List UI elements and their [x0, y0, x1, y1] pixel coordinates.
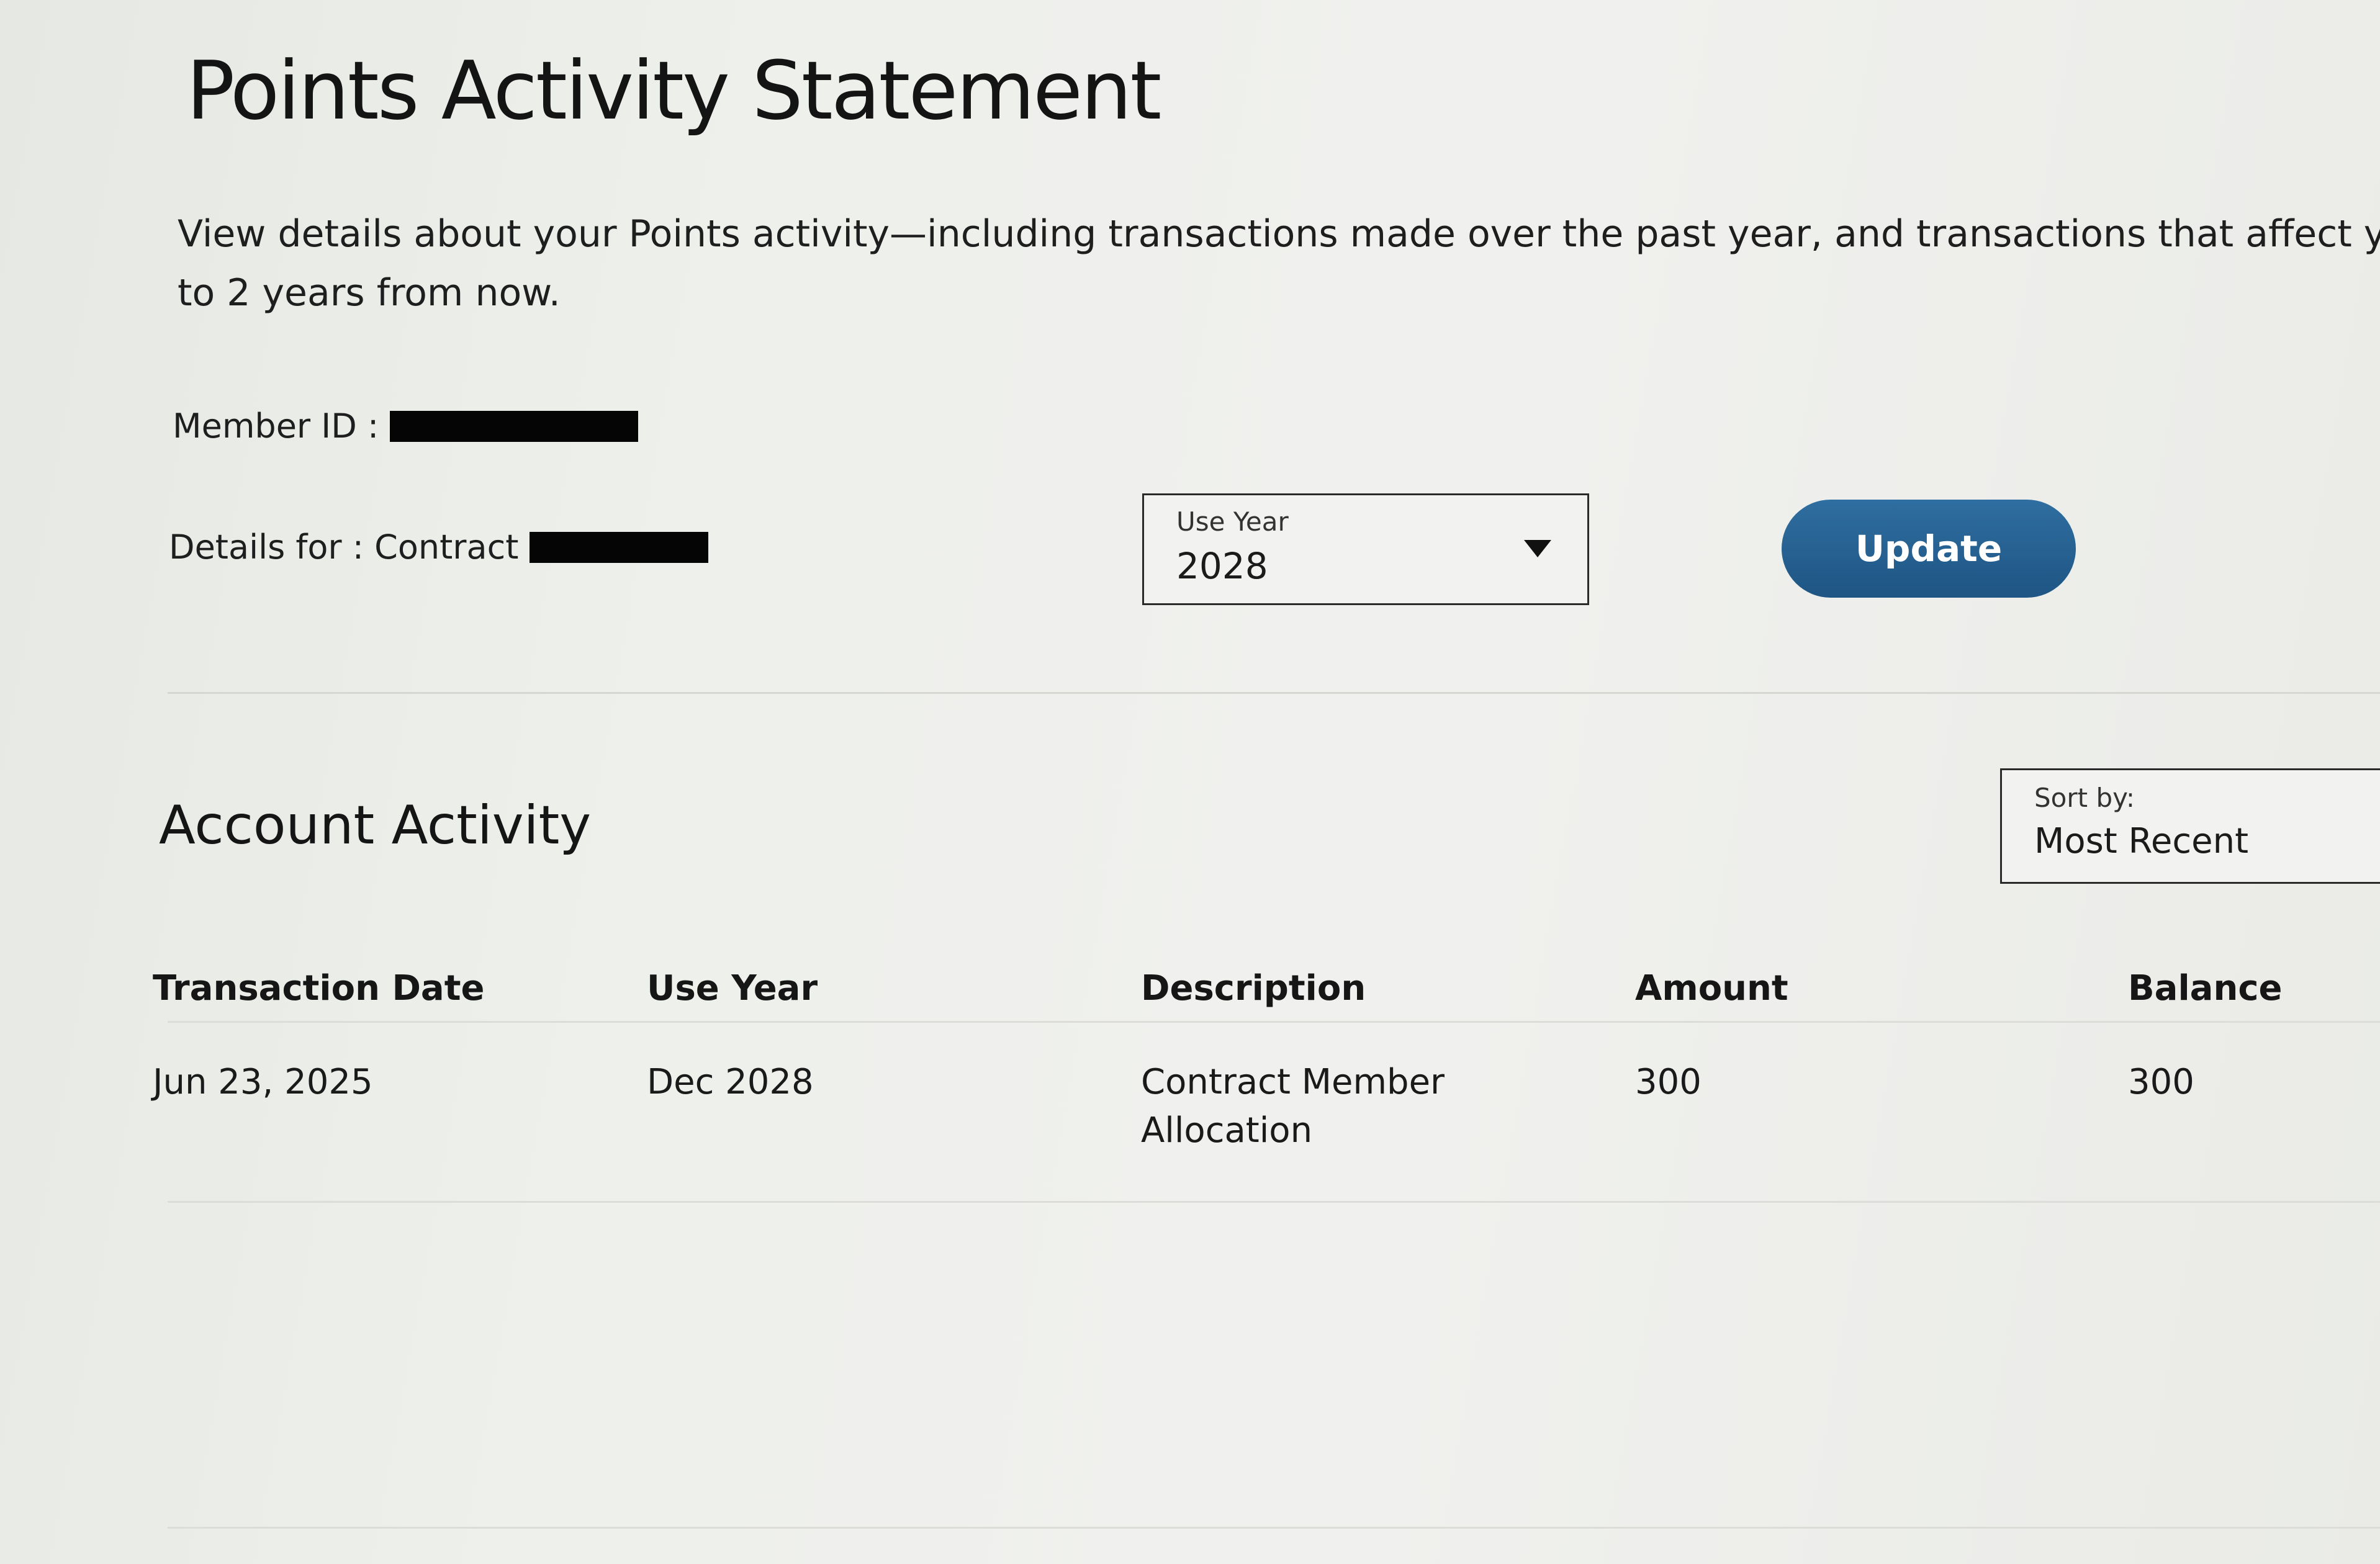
update-button[interactable]: Update [1782, 500, 2076, 598]
contract-row: Details for : Contract [169, 528, 709, 567]
column-header-balance: Balance [2128, 968, 2283, 1009]
sort-select[interactable]: Sort by: Most Recent [2000, 768, 2380, 884]
cell-description-line-1: Contract Member [1141, 1062, 1445, 1102]
use-year-select-label: Use Year [1176, 506, 1289, 537]
member-id-label: Member ID : [173, 407, 379, 446]
cell-transaction-date: Jun 23, 2025 [153, 1062, 373, 1102]
cell-use-year: Dec 2028 [647, 1062, 814, 1102]
page: Points Activity Statement View details a… [0, 0, 2380, 1564]
section-divider [168, 692, 2380, 694]
intro-line-1: View details about your Points activity—… [178, 212, 2380, 256]
use-year-select-value: 2028 [1176, 545, 1268, 587]
table-row-divider [168, 1201, 2380, 1203]
page-title: Points Activity Statement [186, 43, 1161, 138]
sort-select-value: Most Recent [2034, 821, 2249, 861]
column-header-use-year: Use Year [647, 968, 818, 1009]
cell-description: Contract Member Allocation [1141, 1058, 1445, 1155]
member-id-row: Member ID : [173, 407, 639, 446]
contract-number-redacted [530, 531, 709, 563]
details-for-label: Details for : Contract [169, 528, 519, 567]
cell-amount: 300 [1635, 1062, 1702, 1102]
sort-select-label: Sort by: [2034, 783, 2135, 813]
chevron-down-icon[interactable] [1524, 540, 1551, 557]
column-header-amount: Amount [1635, 968, 1788, 1009]
cell-description-line-2: Allocation [1141, 1110, 1313, 1151]
intro-line-2: to 2 years from now. [178, 271, 561, 315]
column-header-description: Description [1141, 968, 1366, 1009]
use-year-select[interactable]: Use Year 2028 [1142, 493, 1589, 605]
table-header-divider [168, 1021, 2380, 1023]
cell-balance: 300 [2128, 1062, 2194, 1102]
bottom-divider [168, 1527, 2380, 1529]
page-intro: View details about your Points activity—… [178, 205, 2380, 323]
account-activity-title: Account Activity [159, 794, 592, 856]
member-id-redacted [390, 410, 639, 442]
column-header-transaction-date: Transaction Date [153, 968, 485, 1009]
